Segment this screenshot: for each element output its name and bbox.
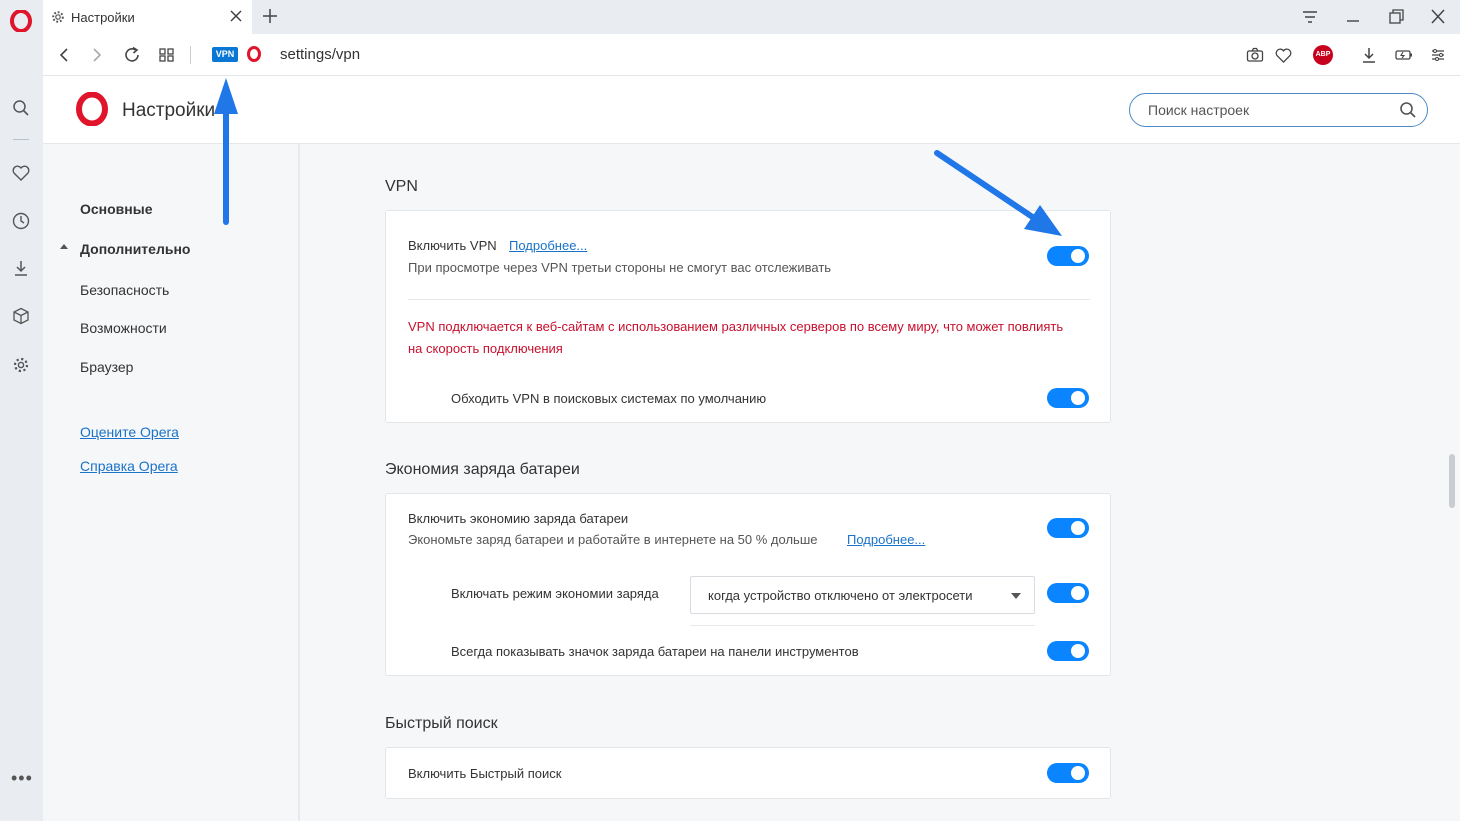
scrollbar[interactable]: [1449, 454, 1455, 508]
search-icon[interactable]: [1399, 101, 1417, 119]
opera-menu-icon[interactable]: [10, 10, 32, 32]
restore-icon[interactable]: [1386, 8, 1406, 26]
chevron-down-icon: [1011, 593, 1021, 599]
battery-mode-label: Включать режим экономии заряда: [451, 586, 659, 601]
adblock-plus-icon[interactable]: ABP: [1313, 45, 1333, 65]
close-icon[interactable]: [228, 8, 244, 24]
toolbar-separator: [190, 46, 191, 64]
battery-section-title: Экономия заряда батареи: [385, 461, 580, 478]
settings-search[interactable]: [1129, 93, 1428, 127]
new-tab-plus-icon[interactable]: [260, 6, 280, 26]
extensions-cube-icon[interactable]: [10, 305, 32, 327]
vpn-enable-label: Включить VPN: [408, 238, 497, 253]
tab-settings[interactable]: Настройки: [43, 0, 252, 34]
battery-mode-toggle[interactable]: [1047, 583, 1089, 603]
settings-gear-icon[interactable]: [10, 354, 32, 376]
battery-mode-select[interactable]: когда устройство отключено от электросет…: [690, 576, 1035, 614]
url-text[interactable]: settings/vpn: [280, 46, 360, 63]
divider: [690, 625, 1035, 626]
gear-icon: [52, 11, 64, 23]
vpn-badge[interactable]: VPN: [212, 47, 238, 62]
bookmark-heart-icon[interactable]: [1272, 44, 1294, 66]
download-toolbar-icon[interactable]: [1358, 44, 1380, 66]
nav-item-security[interactable]: Безопасность: [80, 282, 169, 298]
battery-enable-desc: Экономьте заряд батареи и работайте в ин…: [408, 532, 818, 547]
battery-enable-toggle[interactable]: [1047, 518, 1089, 538]
search-icon[interactable]: [10, 97, 32, 119]
vpn-card: Включить VPN Подробнее... При просмотре …: [385, 210, 1111, 423]
quick-search-card: Включить Быстрый поиск: [385, 747, 1111, 799]
nav-item-basic[interactable]: Основные: [80, 201, 153, 217]
address-bar: VPN settings/vpn ABP: [43, 34, 1460, 76]
vpn-warning: VPN подключается к веб-сайтам с использо…: [408, 319, 1064, 356]
forward-icon[interactable]: [86, 44, 108, 66]
quick-search-toggle[interactable]: [1047, 763, 1089, 783]
back-icon[interactable]: [53, 44, 75, 66]
quick-search-label: Включить Быстрый поиск: [408, 766, 562, 781]
minimize-icon[interactable]: [1343, 8, 1363, 26]
vpn-bypass-label: Обходить VPN в поисковых системах по умо…: [451, 391, 767, 406]
heart-icon[interactable]: [10, 162, 32, 184]
tab-menu-icon[interactable]: [1300, 8, 1320, 26]
more-dots-icon[interactable]: •••: [11, 768, 33, 789]
battery-card: Включить экономию заряда батареи Экономь…: [385, 493, 1111, 676]
opera-sidebar: •••: [0, 0, 43, 821]
vpn-more-link[interactable]: Подробнее...: [509, 238, 587, 253]
help-opera-link[interactable]: Справка Opera: [80, 458, 178, 474]
close-window-icon[interactable]: [1428, 8, 1448, 26]
nav-item-advanced[interactable]: Дополнительно: [80, 241, 190, 257]
battery-more-link[interactable]: Подробнее...: [847, 532, 925, 547]
quick-search-section-title: Быстрый поиск: [385, 715, 498, 732]
battery-saver-icon[interactable]: [1393, 44, 1415, 66]
rate-opera-link[interactable]: Оцените Opera: [80, 424, 179, 440]
vpn-bypass-toggle[interactable]: [1047, 388, 1089, 408]
tabs-grid-icon[interactable]: [156, 44, 178, 66]
settings-header: Настройки: [43, 76, 1460, 144]
tab-strip: Настройки: [43, 0, 1460, 34]
opera-page-icon: [247, 46, 261, 62]
nav-item-features[interactable]: Возможности: [80, 320, 167, 336]
battery-show-icon-label: Всегда показывать значок заряда батареи …: [451, 644, 859, 659]
settings-nav: Основные Дополнительно Безопасность Возм…: [43, 144, 299, 821]
vpn-section-title: VPN: [385, 178, 418, 195]
collapse-arrow-icon[interactable]: [60, 244, 68, 249]
vpn-enable-desc: При просмотре через VPN третьи стороны н…: [408, 260, 832, 275]
tab-title: Настройки: [71, 9, 135, 25]
battery-mode-value: когда устройство отключено от электросет…: [708, 588, 973, 603]
downloads-icon[interactable]: [10, 257, 32, 279]
sidebar-separator: [13, 139, 29, 140]
nav-item-browser[interactable]: Браузер: [80, 359, 133, 375]
page-title: Настройки: [122, 100, 216, 121]
reload-icon[interactable]: [121, 44, 143, 66]
opera-logo-icon: [76, 92, 108, 126]
vpn-enable-toggle[interactable]: [1047, 246, 1089, 266]
snapshot-camera-icon[interactable]: [1244, 44, 1266, 66]
easy-setup-menu-icon[interactable]: [1427, 44, 1449, 66]
battery-show-icon-toggle[interactable]: [1047, 641, 1089, 661]
search-input[interactable]: [1148, 101, 1388, 119]
divider: [408, 299, 1090, 300]
history-clock-icon[interactable]: [10, 210, 32, 232]
battery-enable-label: Включить экономию заряда батареи: [408, 511, 629, 526]
settings-main: VPN Включить VPN Подробнее... При просмо…: [300, 144, 1460, 821]
